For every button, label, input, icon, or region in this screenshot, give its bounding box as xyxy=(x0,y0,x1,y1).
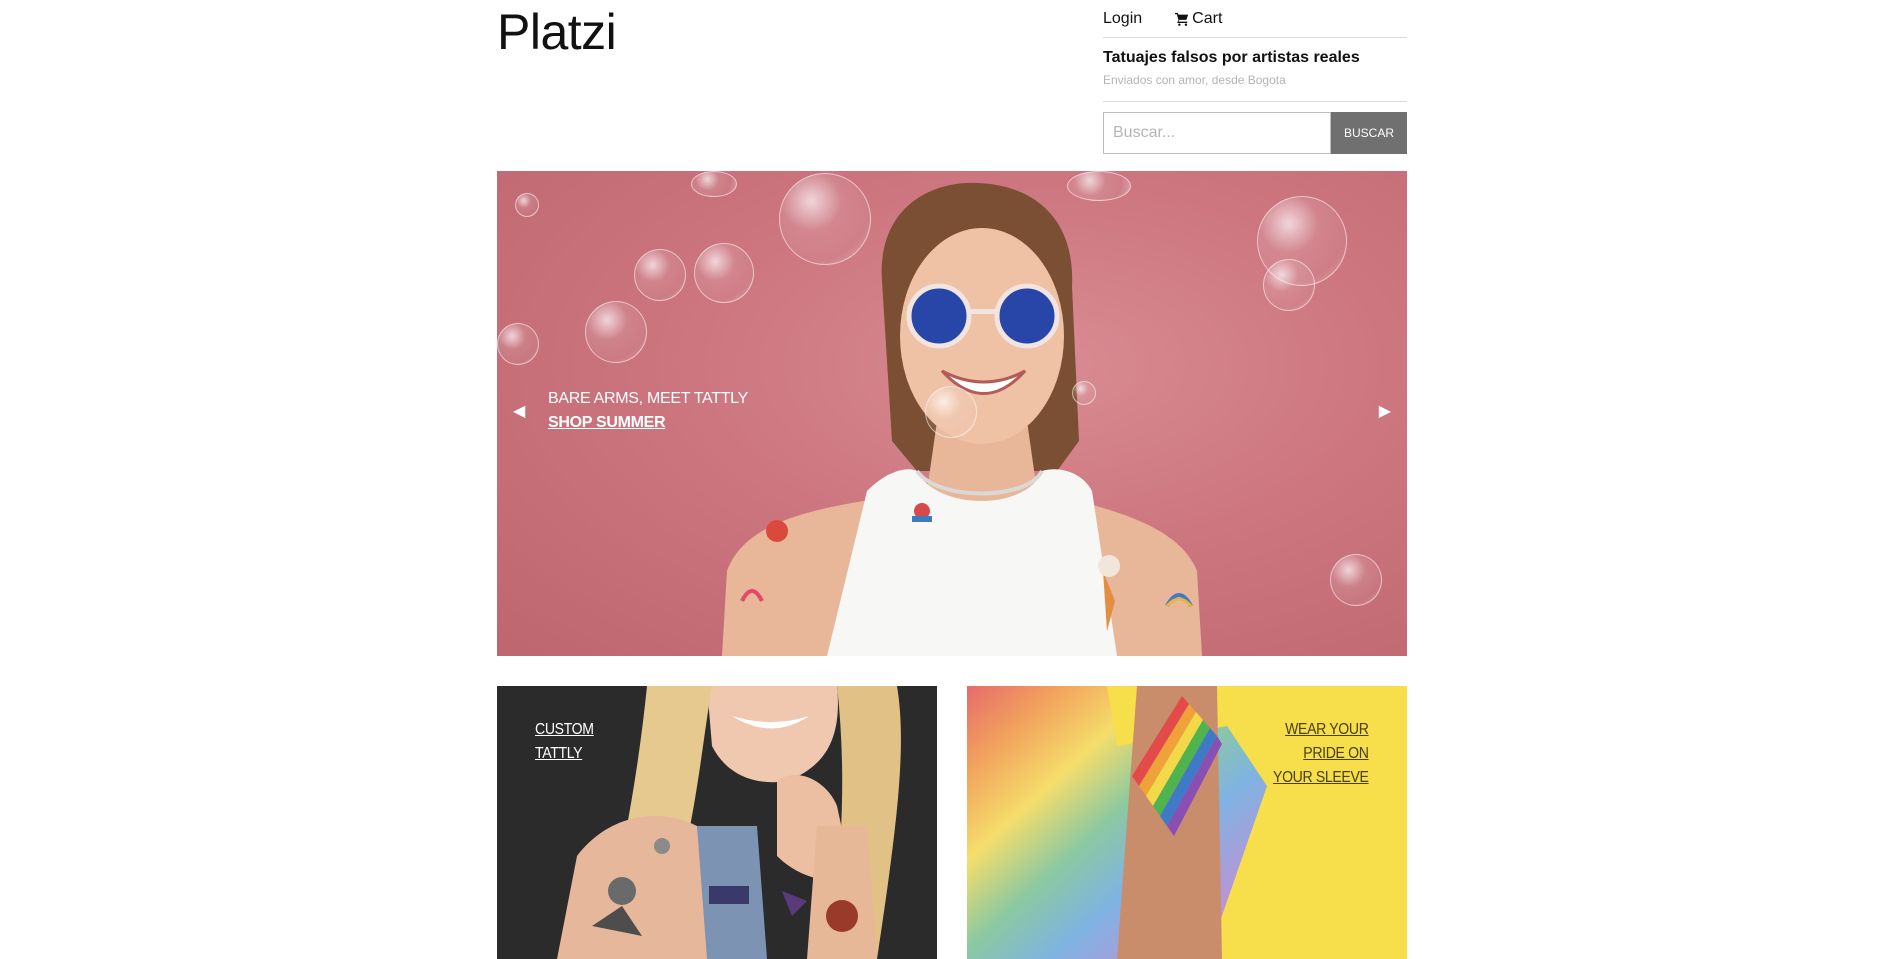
tagline: Tatuajes falsos por artistas reales xyxy=(1103,49,1360,66)
custom-tattly-link[interactable]: CUSTOM TATTLY xyxy=(535,718,594,766)
slider-next-arrow-icon[interactable]: ▶ xyxy=(1379,401,1391,421)
cart-link[interactable]: Cart xyxy=(1175,10,1222,28)
bubble xyxy=(585,301,647,363)
bubble xyxy=(1330,554,1382,606)
promo-tile-custom-tattly[interactable]: CUSTOM TATTLY xyxy=(497,686,937,959)
bubble xyxy=(925,386,977,438)
hero-caption: BARE ARMS, MEET TATTLY SHOP SUMMER xyxy=(548,387,748,435)
tile-caption-line: CUSTOM xyxy=(535,721,594,738)
tile-caption-line: YOUR SLEEVE xyxy=(1273,769,1369,786)
promo-tile-pride[interactable]: WEAR YOUR PRIDE ON YOUR SLEEVE xyxy=(967,686,1407,959)
tile-caption-line: PRIDE ON xyxy=(1303,745,1370,762)
search-input[interactable] xyxy=(1103,112,1331,154)
bubble xyxy=(1067,171,1131,201)
search-button[interactable]: BUSCAR xyxy=(1331,112,1407,154)
bubble xyxy=(634,249,686,301)
tagline-block: Tatuajes falsos por artistas reales Envi… xyxy=(1103,38,1407,102)
search-form: BUSCAR xyxy=(1103,112,1407,154)
pride-link[interactable]: WEAR YOUR PRIDE ON YOUR SLEEVE xyxy=(1273,718,1369,790)
bubble xyxy=(694,243,754,303)
site-logo[interactable]: Platzi xyxy=(497,3,617,61)
bubble xyxy=(779,173,871,265)
bubble xyxy=(1257,196,1347,286)
bubble xyxy=(515,193,539,217)
page: Platzi Login Cart Tatuajes falsos por ar… xyxy=(0,0,1902,959)
bubble xyxy=(497,323,539,365)
bubble xyxy=(691,171,737,197)
hero-slider[interactable]: ◀ ▶ BARE ARMS, MEET TATTLY SHOP SUMMER xyxy=(497,171,1407,656)
cart-icon xyxy=(1175,12,1189,26)
bubble xyxy=(1072,381,1096,405)
header-right: Login Cart Tatuajes falsos por artistas … xyxy=(1103,0,1407,154)
subtagline: Enviados con amor, desde Bogota xyxy=(1103,73,1286,87)
login-link[interactable]: Login xyxy=(1103,10,1142,28)
tile-caption-line: WEAR YOUR xyxy=(1285,721,1370,738)
hero-headline: BARE ARMS, MEET TATTLY xyxy=(548,390,748,407)
tile-caption-line: TATTLY xyxy=(535,745,583,762)
slider-prev-arrow-icon[interactable]: ◀ xyxy=(513,401,525,421)
shop-summer-link[interactable]: SHOP SUMMER xyxy=(548,411,748,435)
cart-label: Cart xyxy=(1192,9,1223,27)
top-links: Login Cart xyxy=(1103,0,1407,38)
